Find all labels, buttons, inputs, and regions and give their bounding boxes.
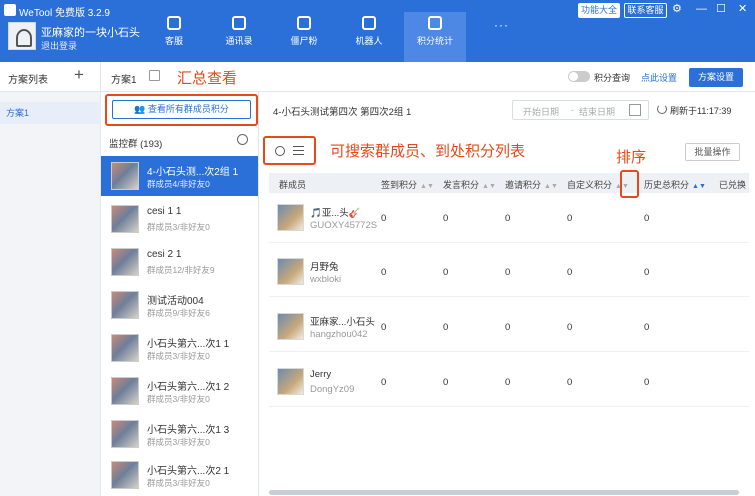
col-history-total-points[interactable]: 历史总积分 ▲▼	[644, 178, 706, 191]
edit-icon[interactable]	[149, 70, 160, 81]
group-avatar	[111, 377, 139, 405]
group-item[interactable]: 测试活动004 群成员9/非好友6	[101, 285, 258, 325]
close-icon[interactable]: ✕	[738, 3, 747, 16]
annotation-search-hint: 可搜索群成员、到处积分列表	[330, 143, 526, 160]
group-avatar	[111, 162, 139, 190]
nav-zombie[interactable]: 僵尸粉	[280, 16, 328, 47]
sort-icon[interactable]: ▲▼	[692, 183, 706, 190]
nav-more-button[interactable]: ···	[494, 18, 509, 32]
sort-icon[interactable]: ▲▼	[482, 183, 496, 190]
group-avatar	[111, 248, 139, 276]
database-icon	[428, 16, 442, 30]
zombie-icon	[297, 16, 311, 30]
group-panel: 👥 查看所有群成员积分 监控群 (193) 4-小石头测...次2组 1 群成员4…	[101, 92, 259, 496]
col-redeemed: 已兑换	[719, 180, 747, 190]
table-row[interactable]: 亚麻家...小石头 hangzhou042 0 0 0 0 0	[269, 302, 749, 352]
annotation-summary: 汇总查看	[177, 70, 238, 87]
table-row[interactable]: 月野兔 wxbloki 0 0 0 0 0	[269, 247, 749, 297]
calendar-icon	[629, 104, 641, 116]
col-member: 群成员	[279, 180, 307, 190]
date-range-picker[interactable]: 开始日期 - 结束日期	[512, 100, 649, 120]
nav-robot[interactable]: 机器人	[345, 16, 393, 47]
title-bar: WeTool 免费版 3.2.9 亚麻家的一块小石头 退出登录 客服 通讯录 僵…	[0, 0, 755, 62]
group-item[interactable]: 小石头第六...次2 1 群成员3/非好友0	[101, 455, 258, 495]
group-avatar	[111, 291, 139, 319]
group-avatar	[111, 461, 139, 489]
date-separator: -	[571, 105, 574, 115]
logout-link[interactable]: 退出登录	[41, 39, 77, 52]
minimize-icon[interactable]: —	[696, 3, 707, 16]
nav-contacts[interactable]: 通讯录	[215, 16, 263, 47]
add-scheme-button[interactable]: +	[74, 65, 84, 85]
service-icon	[167, 16, 181, 30]
contacts-icon	[232, 16, 246, 30]
wetool-logo-icon	[4, 4, 16, 16]
sort-icon[interactable]: ▲▼	[544, 183, 558, 190]
batch-operation-button[interactable]: 批量操作	[685, 143, 740, 161]
date-start: 开始日期	[523, 107, 560, 117]
table-row[interactable]: Jerry DongYz09 0 0 0 0 0	[269, 357, 749, 407]
group-item[interactable]: 小石头第六...次1 2 群成员3/非好友0	[101, 371, 258, 411]
col-speak-points[interactable]: 发言积分 ▲▼	[443, 178, 496, 191]
table-row[interactable]: 🎵亚...头🎸 GUOXY45772S 0 0 0 0 0	[269, 193, 749, 243]
gear-icon[interactable]: ⚙	[672, 3, 682, 16]
view-all-members-points-button[interactable]: 👥 查看所有群成员积分	[112, 100, 251, 119]
monitor-groups-title: 监控群 (193)	[109, 139, 163, 150]
search-icon[interactable]	[237, 134, 248, 145]
group-avatar	[111, 420, 139, 448]
scheme-name: 方案1	[111, 75, 137, 86]
col-signin-points[interactable]: 签到积分 ▲▼	[381, 178, 434, 191]
refresh-time: 刷新于11:17:39	[670, 106, 732, 116]
user-avatar[interactable]	[8, 22, 36, 50]
date-end: 结束日期	[579, 107, 616, 117]
annotation-sort-hint: 排序	[616, 149, 647, 166]
scheme-item[interactable]: 方案1	[0, 102, 101, 124]
list-menu-icon[interactable]	[293, 146, 304, 155]
group-item[interactable]: cesi 1 1 群成员3/非好友0	[101, 199, 258, 239]
points-query-label: 积分查询	[594, 73, 631, 83]
search-icon[interactable]	[275, 146, 285, 156]
users-icon: 👥	[134, 104, 148, 114]
points-setting-link[interactable]: 点此设置	[641, 71, 677, 84]
member-avatar	[277, 368, 304, 395]
horizontal-scrollbar[interactable]	[269, 490, 739, 495]
tools-highlight	[263, 136, 316, 165]
app-title: WeTool 免费版 3.2.9	[19, 8, 110, 19]
member-avatar	[277, 258, 304, 285]
schemes-title: 方案列表	[8, 75, 48, 86]
member-avatar	[277, 204, 304, 231]
sort-icon[interactable]: ▲▼	[420, 183, 434, 190]
schemes-sidebar	[0, 92, 101, 496]
schemes-header: 方案列表 +	[0, 62, 101, 92]
member-avatar	[277, 313, 304, 340]
robot-icon	[362, 16, 376, 30]
feature-list-button[interactable]: 功能大全	[578, 3, 620, 18]
nav-points-stats[interactable]: 积分统计	[404, 12, 466, 62]
col-invite-points[interactable]: 邀请积分 ▲▼	[505, 178, 558, 191]
group-avatar	[111, 334, 139, 362]
group-item[interactable]: 小石头第六...次1 1 群成员3/非好友0	[101, 328, 258, 368]
maximize-icon[interactable]: ☐	[716, 3, 726, 16]
contact-service-button[interactable]: 联系客服	[624, 3, 667, 18]
scheme-settings-button[interactable]: 方案设置	[689, 68, 743, 87]
group-item[interactable]: 4-小石头测...次2组 1 群成员4/非好友0	[101, 156, 258, 196]
group-avatar	[111, 205, 139, 233]
group-item[interactable]: 小石头第六...次1 3 群成员3/非好友0	[101, 414, 258, 454]
group-item[interactable]: cesi 2 1 群成员12/非好友9	[101, 242, 258, 282]
group-info: 4-小石头测试第四次 第四次2组 1	[273, 107, 412, 118]
view-all-highlight: 👥 查看所有群成员积分	[105, 94, 258, 126]
points-query-toggle[interactable]	[568, 71, 590, 82]
refresh-icon[interactable]	[657, 104, 667, 114]
table-header: 群成员 签到积分 ▲▼ 发言积分 ▲▼ 邀请积分 ▲▼ 自定义积分 ▲▼ 历史总积分 ▲▼…	[269, 173, 749, 193]
nav-service[interactable]: 客服	[150, 16, 198, 47]
user-name: 亚麻家的一块小石头	[41, 27, 140, 39]
